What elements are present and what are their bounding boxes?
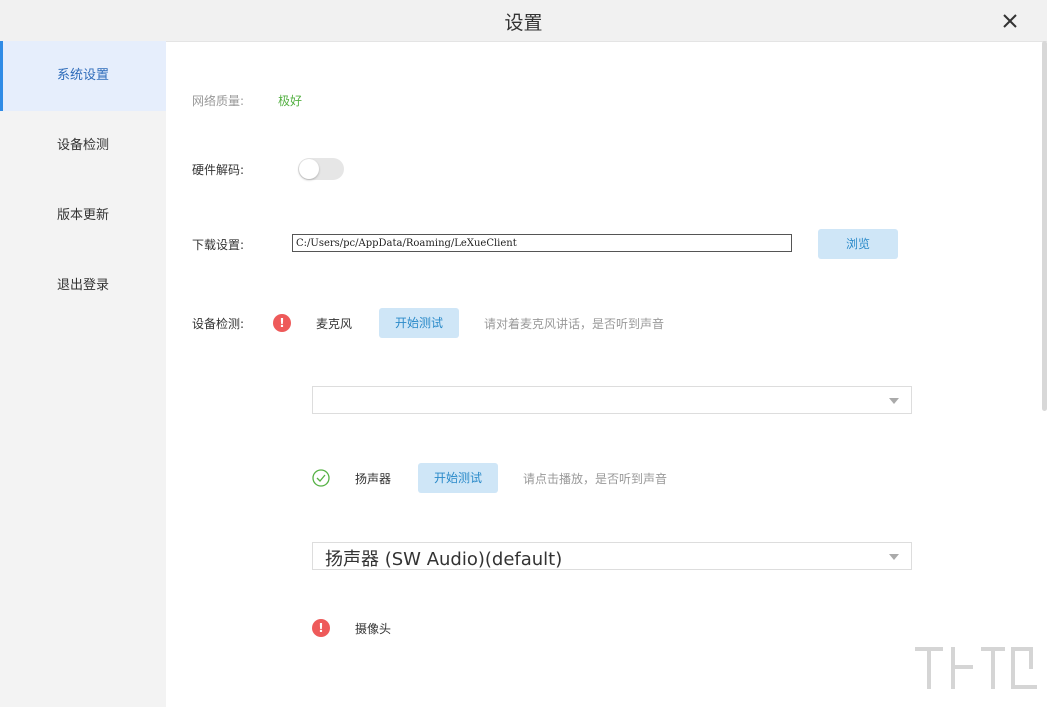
sidebar-item-label: 版本更新: [56, 208, 109, 223]
speaker-select-value: 扬声器 (SW Audio)(default): [325, 549, 563, 570]
sidebar-item-logout[interactable]: 退出登录: [0, 251, 166, 321]
camera-error-icon: !: [312, 619, 330, 637]
close-icon[interactable]: [999, 10, 1021, 32]
network-quality-value: 极好: [278, 94, 303, 108]
watermark-logo: [915, 647, 1037, 689]
sidebar-item-system-settings[interactable]: 系统设置: [0, 41, 166, 111]
speaker-select[interactable]: 扬声器 (SW Audio)(default): [312, 542, 912, 570]
window-title: 设置: [504, 12, 543, 34]
title-bar: 设置: [0, 0, 1047, 42]
sidebar-item-label: 系统设置: [56, 68, 109, 83]
toggle-knob: [299, 159, 319, 179]
chevron-down-icon: [889, 398, 899, 404]
speaker-label: 扬声器: [355, 472, 392, 486]
speaker-ok-icon: [312, 469, 330, 487]
device-check-label: 设备检测:: [192, 317, 245, 331]
microphone-select[interactable]: [312, 386, 912, 414]
settings-panel: 网络质量: 极好 硬件解码: 下载设置: 浏览 设备检测: ! 麦克风 开始测试…: [166, 41, 1047, 707]
sidebar-item-label: 退出登录: [56, 278, 109, 293]
browse-button[interactable]: 浏览: [818, 229, 898, 259]
microphone-hint: 请对着麦克风讲话，是否听到声音: [484, 317, 665, 331]
hardware-decode-label: 硬件解码:: [192, 163, 245, 177]
camera-label: 摄像头: [355, 622, 392, 636]
download-settings-label: 下载设置:: [192, 238, 245, 252]
download-path-input[interactable]: [292, 234, 792, 252]
microphone-error-icon: !: [273, 314, 291, 332]
sidebar-item-version-update[interactable]: 版本更新: [0, 181, 166, 251]
microphone-label: 麦克风: [316, 317, 353, 331]
speaker-test-button[interactable]: 开始测试: [418, 463, 498, 493]
sidebar-item-label: 设备检测: [56, 138, 109, 153]
microphone-test-button[interactable]: 开始测试: [379, 308, 459, 338]
sidebar-item-device-check[interactable]: 设备检测: [0, 111, 166, 181]
speaker-hint: 请点击播放，是否听到声音: [523, 472, 668, 486]
hardware-decode-toggle[interactable]: [298, 158, 344, 180]
network-quality-label: 网络质量:: [192, 94, 245, 108]
scrollbar[interactable]: [1042, 41, 1047, 411]
sidebar: 系统设置 设备检测 版本更新 退出登录: [0, 41, 166, 707]
chevron-down-icon: [889, 554, 899, 560]
